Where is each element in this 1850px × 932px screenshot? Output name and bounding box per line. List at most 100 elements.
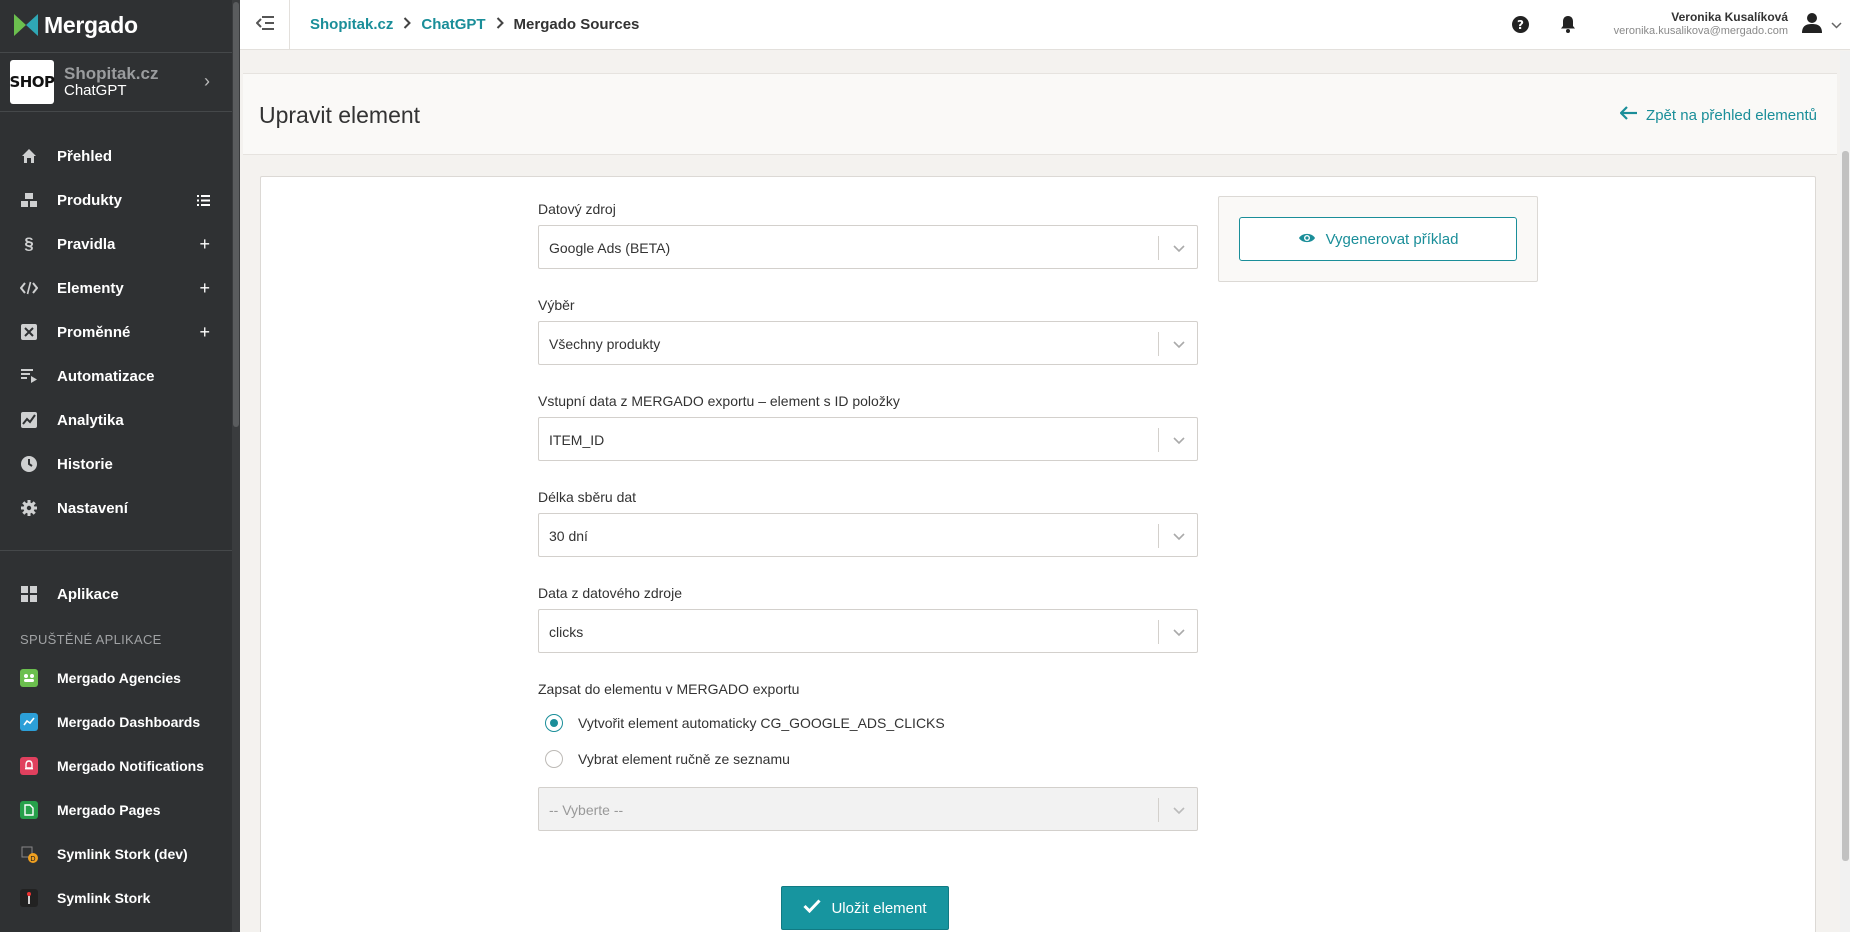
user-email: veronika.kusalikova@mergado.com xyxy=(1613,25,1788,37)
nav-item-elementy[interactable]: Elementy + xyxy=(0,266,232,310)
main-scrollbar[interactable] xyxy=(1840,51,1850,932)
select-separator xyxy=(1158,428,1159,452)
app-label: Symlink Stork xyxy=(57,890,151,906)
sidebar-divider xyxy=(0,550,232,551)
top-actions: ? xyxy=(1510,14,1578,34)
selection-select[interactable]: Všechny produkty xyxy=(538,321,1198,365)
input-id-element-select[interactable]: ITEM_ID xyxy=(538,417,1198,461)
app-item-notifications[interactable]: Mergado Notifications xyxy=(0,744,232,788)
eye-icon xyxy=(1298,231,1316,248)
manual-element-select: -- Vyberte -- xyxy=(538,787,1198,831)
breadcrumb-project[interactable]: ChatGPT xyxy=(421,16,485,33)
svg-text:D: D xyxy=(30,855,35,863)
select-placeholder: -- Vyberte -- xyxy=(549,802,624,818)
app-logo[interactable]: Mergado xyxy=(14,10,138,40)
nav-item-pravidla[interactable]: § Pravidla + xyxy=(0,222,232,266)
nav-item-produkty[interactable]: Produkty xyxy=(0,178,232,222)
app-label: Mergado Agencies xyxy=(57,670,181,686)
collection-length-select[interactable]: 30 dní xyxy=(538,513,1198,557)
field-label: Datový zdroj xyxy=(538,201,616,217)
shop-project: ChatGPT xyxy=(64,82,127,99)
select-value: Všechny produkty xyxy=(549,336,661,352)
radio-manual-element[interactable]: Vybrat element ručně ze seznamu xyxy=(538,741,1198,777)
shop-name: Shopitak.cz xyxy=(64,64,159,83)
plus-icon[interactable]: + xyxy=(199,278,210,299)
field-label: Zapsat do elementu v MERGADO exportu xyxy=(538,681,800,697)
chart-icon xyxy=(20,411,38,429)
nav-item-nastaveni[interactable]: Nastavení xyxy=(0,486,232,530)
agencies-app-icon xyxy=(20,669,38,687)
nav-label: Automatizace xyxy=(57,367,155,385)
chevron-down-icon xyxy=(1173,336,1185,354)
chevron-down-icon xyxy=(1173,240,1185,258)
app-item-symlink-stork-dev[interactable]: D Symlink Stork (dev) xyxy=(0,832,232,876)
user-info[interactable]: Veronika Kusalíková veronika.kusalikova@… xyxy=(1614,10,1788,38)
collapse-sidebar-button[interactable] xyxy=(240,0,290,50)
code-icon xyxy=(20,279,38,297)
app-item-pages[interactable]: Mergado Pages xyxy=(0,788,232,832)
nav-item-promenne[interactable]: Proměnné + xyxy=(0,310,232,354)
field-label: Vstupní data z MERGADO exportu – element… xyxy=(538,393,900,409)
plus-icon[interactable]: + xyxy=(199,322,210,343)
main-scrollbar-thumb[interactable] xyxy=(1842,151,1849,861)
breadcrumb-shop[interactable]: Shopitak.cz xyxy=(310,16,393,33)
list-icon[interactable] xyxy=(197,190,210,211)
sidebar-scrollbar-thumb[interactable] xyxy=(233,2,239,427)
select-value: clicks xyxy=(549,624,584,640)
nav-item-prehled[interactable]: Přehled xyxy=(0,134,232,178)
mergado-logo-icon xyxy=(14,14,38,36)
chevron-down-icon xyxy=(1173,624,1185,642)
app-item-agencies[interactable]: Mergado Agencies xyxy=(0,656,232,700)
save-button-label: Uložit element xyxy=(831,899,927,917)
nav-item-analytika[interactable]: Analytika xyxy=(0,398,232,442)
help-icon[interactable]: ? xyxy=(1510,14,1530,34)
chevron-down-icon[interactable] xyxy=(1831,18,1842,32)
data-source-select[interactable]: Google Ads (BETA) xyxy=(538,225,1198,269)
source-data-select[interactable]: clicks xyxy=(538,609,1198,653)
pages-app-icon xyxy=(20,801,38,819)
nav-label: Nastavení xyxy=(57,499,128,517)
select-value: 30 dní xyxy=(549,528,588,544)
section-icon: § xyxy=(24,234,34,253)
radio-auto-element[interactable]: Vytvořit element automaticky CG_GOOGLE_A… xyxy=(538,705,1198,741)
main-nav: Přehled Produkty § Pravidla + Elementy + xyxy=(0,134,232,530)
chevron-down-icon xyxy=(1173,802,1185,820)
nav-label: Analytika xyxy=(57,411,124,429)
back-to-elements-link[interactable]: Zpět na přehled elementů xyxy=(1619,106,1817,124)
apps-link[interactable]: Aplikace xyxy=(0,572,232,616)
save-element-button[interactable]: Uložit element xyxy=(781,886,949,930)
chevron-down-icon xyxy=(1173,432,1185,450)
nav-label: Historie xyxy=(57,455,113,473)
radio-auto-input[interactable] xyxy=(545,714,563,732)
select-separator xyxy=(1158,236,1159,260)
app-item-symlink-stork[interactable]: Symlink Stork xyxy=(0,876,232,920)
top-bar: Shopitak.cz ChatGPT Mergado Sources ? Ve… xyxy=(240,0,1850,50)
shop-switcher[interactable]: SHOP Shopitak.cz ChatGPT › xyxy=(0,52,232,112)
radio-label: Vytvořit element automaticky CG_GOOGLE_A… xyxy=(578,715,945,731)
grid-icon xyxy=(20,585,38,603)
select-separator xyxy=(1158,524,1159,548)
chevron-down-icon xyxy=(1173,528,1185,546)
chevron-right-icon xyxy=(496,17,504,32)
app-label: Mergado Notifications xyxy=(57,758,205,774)
chevron-right-icon xyxy=(403,17,412,32)
running-apps-list: Mergado Agencies Mergado Dashboards Merg… xyxy=(0,656,232,920)
nav-item-automatizace[interactable]: Automatizace xyxy=(0,354,232,398)
generate-example-button[interactable]: Vygenerovat příklad xyxy=(1239,217,1517,261)
plus-icon[interactable]: + xyxy=(199,234,210,255)
nav-label: Elementy xyxy=(57,279,124,297)
sidebar-scrollbar[interactable] xyxy=(232,0,240,932)
arrow-left-icon xyxy=(1619,106,1638,124)
bell-icon[interactable] xyxy=(1558,14,1578,34)
user-avatar-icon[interactable] xyxy=(1802,12,1822,39)
edit-element-card: Datový zdroj Google Ads (BETA) Výběr Vše… xyxy=(260,176,1816,932)
radio-manual-input[interactable] xyxy=(545,750,563,768)
nav-item-historie[interactable]: Historie xyxy=(0,442,232,486)
select-separator xyxy=(1158,798,1159,822)
apps-label: Aplikace xyxy=(57,585,119,603)
app-item-dashboards[interactable]: Mergado Dashboards xyxy=(0,700,232,744)
nav-label: Proměnné xyxy=(57,323,131,341)
edit-element-form: Datový zdroj Google Ads (BETA) Výběr Vše… xyxy=(538,201,1198,930)
page-title: Upravit element xyxy=(259,102,421,128)
home-icon xyxy=(20,147,38,165)
